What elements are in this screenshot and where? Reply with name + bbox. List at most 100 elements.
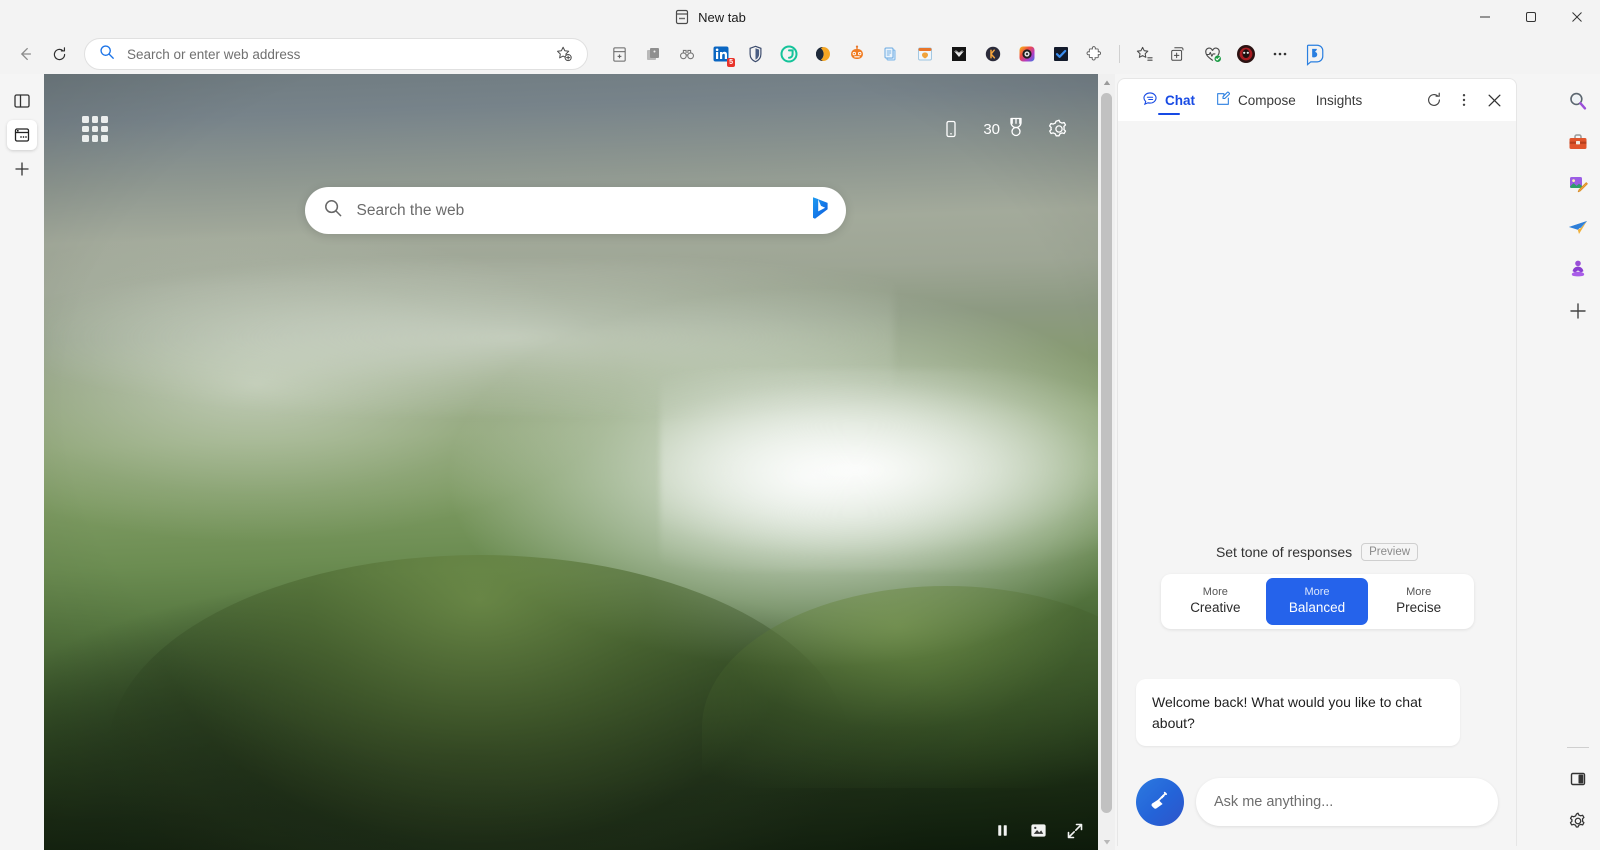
add-icon[interactable] xyxy=(7,154,37,184)
tone-label: Set tone of responses xyxy=(1215,544,1353,561)
chat-input-footer xyxy=(1118,758,1516,846)
scroll-up-arrow-icon[interactable] xyxy=(1098,74,1115,91)
refresh-button[interactable] xyxy=(42,38,76,70)
more-options-icon[interactable] xyxy=(1263,38,1297,70)
checkmark-icon[interactable] xyxy=(1044,38,1078,70)
gear-icon[interactable] xyxy=(1048,118,1070,140)
close-button[interactable] xyxy=(1554,0,1600,34)
puzzle-icon[interactable] xyxy=(1078,38,1112,70)
chat-panel-header: Chat Compose Insights xyxy=(1118,79,1516,121)
homepage-top-right-actions: 30 xyxy=(941,116,1070,142)
honey-icon[interactable] xyxy=(806,38,840,70)
robot-icon[interactable] xyxy=(840,38,874,70)
sidebar-toggle-icon[interactable] xyxy=(1563,764,1593,794)
bing-homepage: 30 xyxy=(44,74,1106,850)
mobile-phone-icon[interactable] xyxy=(941,119,961,139)
bing-search-input[interactable] xyxy=(342,201,806,220)
heartbeat-icon[interactable] xyxy=(1195,38,1229,70)
image-info-icon[interactable] xyxy=(1029,821,1048,840)
linkedin-icon[interactable]: 5 xyxy=(704,38,738,70)
broom-new-topic-icon[interactable] xyxy=(1136,778,1184,826)
tone-balanced-prefix: More xyxy=(1304,586,1330,599)
bing-copilot-icon[interactable] xyxy=(1297,38,1331,70)
rewards-indicator[interactable]: 30 xyxy=(983,116,1026,142)
search-icon xyxy=(99,44,115,65)
chat-conversation-area: Set tone of responses Preview More Creat… xyxy=(1118,121,1516,758)
title-bar: New tab xyxy=(0,0,1600,34)
shield-icon[interactable] xyxy=(738,38,772,70)
star-add-icon[interactable] xyxy=(547,38,581,70)
tone-balanced-label: Balanced xyxy=(1288,600,1346,616)
tab-chat[interactable]: Chat xyxy=(1132,80,1205,120)
chat-close-icon[interactable] xyxy=(1480,86,1508,114)
tone-precise-prefix: More xyxy=(1406,586,1432,599)
window-controls xyxy=(1462,0,1600,34)
chat-bubble-icon xyxy=(1142,91,1158,110)
document-copy-icon[interactable] xyxy=(874,38,908,70)
tab-compose-label: Compose xyxy=(1238,92,1296,108)
address-input[interactable] xyxy=(115,46,547,62)
bing-b-icon[interactable] xyxy=(806,194,832,227)
chat-more-vertical-icon[interactable] xyxy=(1450,86,1478,114)
linkedin-badge: 5 xyxy=(727,58,735,67)
tab-actions-icon[interactable] xyxy=(7,86,37,116)
background-photo-controls xyxy=(994,821,1084,840)
chat-message-row: Welcome back! What would you like to cha… xyxy=(1118,679,1516,746)
keeper-icon[interactable] xyxy=(976,38,1010,70)
dark-badge-icon[interactable] xyxy=(942,38,976,70)
rewards-count: 30 xyxy=(983,120,1000,138)
chat-input[interactable] xyxy=(1214,794,1480,810)
tone-option-precise[interactable]: More Precise xyxy=(1368,578,1470,625)
binoculars-icon[interactable] xyxy=(670,38,704,70)
compose-pencil-icon xyxy=(1215,91,1231,110)
bing-search-box[interactable] xyxy=(304,187,846,234)
app-launcher-grid-icon[interactable] xyxy=(82,116,108,142)
grammarly-icon[interactable] xyxy=(772,38,806,70)
image-creator-icon[interactable] xyxy=(1563,170,1593,200)
add-sidebar-icon[interactable] xyxy=(1563,296,1593,326)
collections-icon[interactable] xyxy=(1161,38,1195,70)
tone-preview-badge: Preview xyxy=(1361,543,1419,562)
page-scrollbar[interactable] xyxy=(1098,74,1115,850)
profile-avatar-icon[interactable] xyxy=(1229,38,1263,70)
rewards-medal-icon xyxy=(1006,116,1026,142)
left-vertical-tab-rail xyxy=(0,74,44,850)
sidebar-divider xyxy=(1567,747,1589,748)
password-vault-icon[interactable] xyxy=(908,38,942,70)
chat-refresh-icon[interactable] xyxy=(1420,86,1448,114)
tab-chat-label: Chat xyxy=(1165,92,1195,108)
bot-message-bubble: Welcome back! What would you like to cha… xyxy=(1136,679,1460,746)
browser-tab-new-tab[interactable]: New tab xyxy=(662,2,758,32)
meditation-icon[interactable] xyxy=(1563,254,1593,284)
back-button[interactable] xyxy=(8,38,42,70)
pause-icon[interactable] xyxy=(994,822,1011,839)
newtab-icon xyxy=(674,9,690,25)
tone-label-row: Set tone of responses Preview xyxy=(1136,543,1498,562)
search-magnifier-icon[interactable] xyxy=(1563,86,1593,116)
workspaces-icon[interactable] xyxy=(7,120,37,150)
address-bar[interactable] xyxy=(84,38,588,70)
split-screen-icon[interactable] xyxy=(602,38,636,70)
shopping-toolbox-icon[interactable] xyxy=(1563,128,1593,158)
navigation-toolbar: 5 xyxy=(0,34,1600,74)
shopping-bag-icon[interactable] xyxy=(636,38,670,70)
tone-selector-area: Set tone of responses Preview More Creat… xyxy=(1118,543,1516,630)
minimize-button[interactable] xyxy=(1462,0,1508,34)
scrollbar-track[interactable] xyxy=(1098,91,1115,833)
scroll-down-arrow-icon[interactable] xyxy=(1098,833,1115,850)
chat-input-box[interactable] xyxy=(1196,778,1498,826)
maximize-button[interactable] xyxy=(1508,0,1554,34)
favorites-star-icon[interactable] xyxy=(1127,38,1161,70)
paper-plane-icon[interactable] xyxy=(1563,212,1593,242)
scrollbar-thumb[interactable] xyxy=(1101,93,1112,813)
tab-insights[interactable]: Insights xyxy=(1306,80,1373,120)
toolbar-divider xyxy=(1119,45,1120,63)
camera-circle-icon[interactable] xyxy=(1010,38,1044,70)
tab-compose[interactable]: Compose xyxy=(1205,80,1306,120)
sidebar-settings-icon[interactable] xyxy=(1563,806,1593,836)
tone-option-balanced[interactable]: More Balanced xyxy=(1266,578,1368,626)
homepage-search-wrap xyxy=(44,187,1106,234)
expand-icon[interactable] xyxy=(1066,822,1084,840)
tone-option-creative[interactable]: More Creative xyxy=(1165,578,1267,625)
homepage-topbar: 30 xyxy=(44,74,1106,184)
